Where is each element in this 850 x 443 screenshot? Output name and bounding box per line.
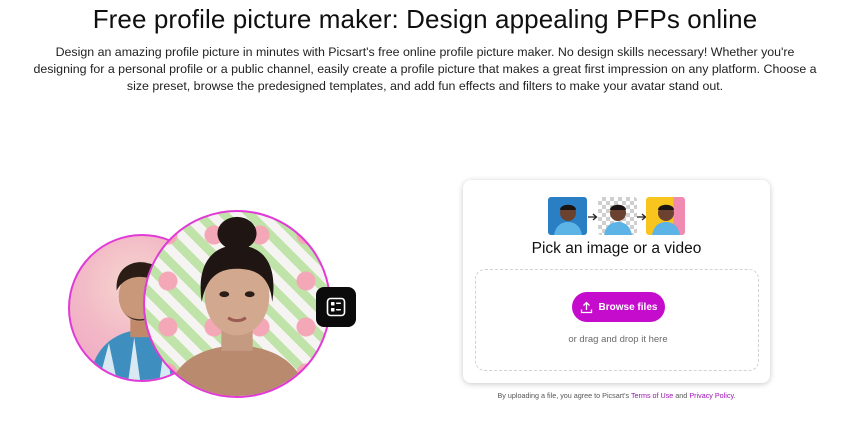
- file-dropzone[interactable]: Browse files or drag and drop it here: [475, 269, 759, 371]
- terms-prefix: By uploading a file, you agree to Picsar…: [497, 391, 631, 400]
- upload-card: Pick an image or a video Browse files or…: [463, 180, 770, 383]
- upload-icon: [580, 301, 592, 313]
- terms-middle: and: [673, 391, 690, 400]
- hero-illustration: [0, 200, 420, 420]
- woman-portrait-circle: [143, 210, 331, 398]
- example-thumbnails: [548, 197, 688, 235]
- woman-portrait-image: [166, 216, 308, 396]
- page-description: Design an amazing profile picture in min…: [33, 45, 817, 93]
- background-removed-thumbnail: [598, 197, 637, 235]
- template-grid-icon[interactable]: [316, 287, 356, 327]
- upload-title: Pick an image or a video: [531, 240, 702, 257]
- page-title: Free profile picture maker: Design appea…: [92, 4, 758, 34]
- drag-drop-hint: or drag and drop it here: [568, 334, 668, 345]
- browse-files-label: Browse files: [598, 301, 658, 313]
- page: Free profile picture maker: Design appea…: [0, 0, 850, 443]
- privacy-policy-link[interactable]: Privacy Policy: [689, 391, 733, 400]
- terms-of-use-link[interactable]: Terms of Use: [631, 391, 673, 400]
- new-background-thumbnail: [646, 197, 685, 235]
- browse-files-button[interactable]: Browse files: [572, 292, 665, 322]
- original-photo-thumbnail: [548, 197, 587, 235]
- terms-suffix: .: [733, 391, 736, 400]
- terms-notice: By uploading a file, you agree to Picsar…: [463, 391, 770, 400]
